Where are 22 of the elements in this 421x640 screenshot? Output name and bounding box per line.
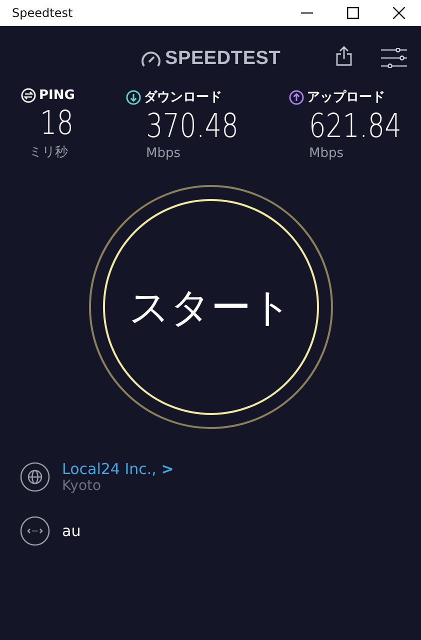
metric-value: 621.84 bbox=[309, 106, 402, 146]
server-link[interactable]: Local24 Inc., > bbox=[62, 460, 174, 478]
provider-name: au bbox=[62, 522, 81, 540]
logo-text: SPEEDTEST bbox=[165, 48, 281, 70]
share-icon[interactable] bbox=[336, 46, 352, 66]
metric-label: アップロード bbox=[307, 88, 385, 106]
metric-value: 370.48 bbox=[146, 106, 238, 146]
gauge-icon bbox=[141, 50, 161, 68]
metric-unit: Mbps bbox=[146, 146, 180, 161]
metric-label: PING bbox=[39, 88, 75, 103]
start-button[interactable]: スタート bbox=[102, 199, 318, 415]
metric-unit: Mbps bbox=[309, 146, 344, 161]
metric-unit: ミリ秒 bbox=[29, 144, 68, 161]
metric-label: ダウンロード bbox=[144, 89, 222, 106]
window-title: Speedtest bbox=[12, 6, 73, 20]
close-icon[interactable] bbox=[393, 7, 405, 19]
network-icon bbox=[20, 516, 50, 546]
globe-icon bbox=[20, 462, 50, 492]
server-location: Kyoto bbox=[62, 478, 102, 494]
settings-icon[interactable] bbox=[381, 48, 407, 68]
metric-value: 18 bbox=[40, 103, 74, 143]
maximize-icon[interactable] bbox=[347, 7, 359, 19]
